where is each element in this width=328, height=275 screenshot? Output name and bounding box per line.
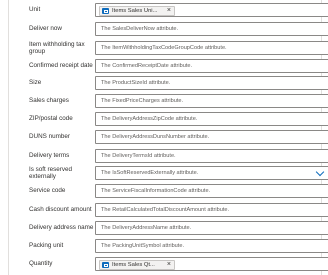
- field-label: ZIP/postal code: [29, 115, 73, 122]
- field-label: Packing unit: [29, 242, 64, 249]
- cash-discount-amount-input[interactable]: The RetailCalculatedTotalDiscountAmount …: [95, 203, 328, 217]
- remove-chip-icon[interactable]: ×: [167, 261, 171, 269]
- lookup-chip[interactable]: Items Sales Qt... ×: [99, 260, 175, 270]
- input-placeholder: The PackingUnitSymbol attribute.: [101, 243, 185, 249]
- duns-number-input[interactable]: The DeliveryAddressDunsNumber attribute.: [95, 130, 328, 144]
- input-placeholder: The SalesDeliverNow attribute.: [101, 26, 179, 32]
- field-label: Cash discount amount: [29, 206, 92, 213]
- input-placeholder: The ConfirmedReceiptDate attribute.: [101, 63, 193, 69]
- field-label: Delivery terms: [29, 152, 70, 159]
- field-label: Sales charges: [29, 97, 69, 104]
- entity-icon: [102, 8, 109, 14]
- service-code-input[interactable]: The ServiceFiscalInformationCode attribu…: [95, 184, 328, 198]
- quantity-input[interactable]: Items Sales Qt... ×: [95, 257, 328, 271]
- confirmed-receipt-date-input[interactable]: The ConfirmedReceiptDate attribute.: [95, 59, 328, 73]
- input-placeholder: The ServiceFiscalInformationCode attribu…: [101, 188, 211, 194]
- field-label: DUNS number: [29, 133, 70, 140]
- sales-charges-input[interactable]: The FixedPriceCharges attribute.: [95, 94, 328, 108]
- zip-postal-code-input[interactable]: The DeliveryAddressZipCode attribute.: [95, 112, 328, 126]
- is-soft-reserved-externally-input[interactable]: The IsSoftReservedExternally attribute.: [95, 166, 328, 180]
- field-label: Item withholding tax group: [29, 41, 85, 55]
- lookup-chip[interactable]: Items Sales Uni... ×: [99, 6, 175, 16]
- field-label: Service code: [29, 187, 66, 194]
- delivery-address-name-input[interactable]: The DeliveryAddressName attribute.: [95, 221, 328, 235]
- deliver-now-input[interactable]: The SalesDeliverNow attribute.: [95, 22, 328, 36]
- unit-input[interactable]: Items Sales Uni... ×: [95, 3, 328, 17]
- remove-chip-icon[interactable]: ×: [167, 7, 171, 15]
- entity-icon: [102, 262, 109, 268]
- chip-label: Items Sales Qt...: [112, 262, 155, 268]
- input-placeholder: The ProductSizeId attribute.: [101, 80, 171, 86]
- field-label: Deliver now: [29, 25, 62, 32]
- input-placeholder: The DeliveryTermsId attribute.: [101, 153, 176, 159]
- packing-unit-input[interactable]: The PackingUnitSymbol attribute.: [95, 239, 328, 253]
- delivery-terms-input[interactable]: The DeliveryTermsId attribute.: [95, 149, 328, 163]
- size-input[interactable]: The ProductSizeId attribute.: [95, 76, 328, 90]
- form-panel: Unit Items Sales Uni... × Deliver now The Sa…: [8, 0, 328, 275]
- item-withholding-tax-group-input[interactable]: The ItemWithholdingTaxCodeGroupCode attr…: [95, 41, 328, 55]
- input-placeholder: The FixedPriceCharges attribute.: [101, 98, 184, 104]
- input-placeholder: The DeliveryAddressZipCode attribute.: [101, 116, 198, 122]
- field-label: Size: [29, 79, 42, 86]
- input-placeholder: The DeliveryAddressDunsNumber attribute.: [101, 134, 210, 140]
- chip-label: Items Sales Uni...: [112, 8, 158, 14]
- field-label: Unit: [29, 6, 41, 13]
- input-placeholder: The RetailCalculatedTotalDiscountAmount …: [101, 207, 230, 213]
- field-label: Delivery address name: [29, 224, 94, 231]
- field-label: Is soft reserved externally: [29, 166, 73, 180]
- field-label: Quantity: [29, 260, 53, 267]
- input-placeholder: The IsSoftReservedExternally attribute.: [101, 170, 199, 176]
- input-placeholder: The DeliveryAddressName attribute.: [101, 225, 192, 231]
- field-label: Confirmed receipt date: [29, 62, 93, 69]
- input-placeholder: The ItemWithholdingTaxCodeGroupCode attr…: [101, 45, 227, 51]
